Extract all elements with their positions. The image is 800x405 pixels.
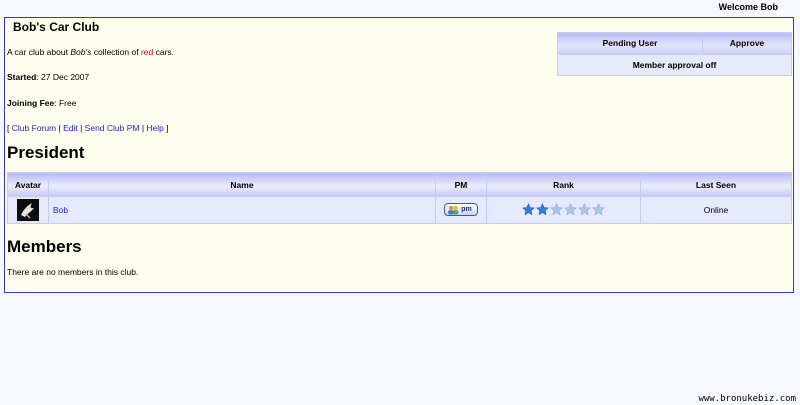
name-cell: Bob [48,196,436,224]
avatar[interactable] [17,199,39,221]
president-name-link[interactable]: Bob [53,205,68,215]
last-seen-column-header: Last Seen [640,172,792,197]
rank-cell [486,196,641,224]
club-title: Bob's Car Club [13,20,100,34]
pm-button[interactable]: pm [444,203,478,217]
table-row: Bob pm Online [7,196,792,224]
star-icon [592,202,605,215]
members-heading: Members [7,237,82,256]
pm-column-header: PM [435,172,487,197]
club-description: A car club about Bob's collection of red… [7,47,175,57]
pending-approvals-table: Pending User Approve Member approval off [556,32,792,76]
pm-icon [448,205,459,215]
avatar-column-header: Avatar [7,172,49,197]
welcome-text: Welcome Bob [718,2,778,12]
star-icon [578,202,591,215]
name-column-header: Name [48,172,436,197]
joining-fee-label: Joining Fee [7,98,55,108]
star-icon [536,202,549,215]
pm-label: pm [461,206,472,214]
last-seen-cell: Online [640,196,792,224]
owner-name: Bob's [70,47,92,57]
avatar-cell [7,196,49,224]
send-club-pm-link[interactable]: Send Club PM [85,123,140,133]
joining-fee-line: Joining Fee: Free [7,98,76,108]
club-links: [ Club Forum | Edit | Send Club PM | Hel… [7,123,169,133]
started-value: : 27 Dec 2007 [36,72,90,82]
star-icon [564,202,577,215]
help-link[interactable]: Help [146,123,163,133]
joining-fee-value: : Free [54,98,77,108]
rank-stars [522,202,605,216]
started-line: Started: 27 Dec 2007 [7,72,89,82]
approve-header: Approve [702,32,792,55]
star-icon [522,202,535,215]
table-header-row: Avatar Name PM Rank Last Seen [7,172,792,197]
president-heading: President [7,143,85,162]
started-label: Started [7,72,37,82]
footer-url: www.bronukebiz.com [698,394,796,404]
dove-avatar-icon [17,199,39,221]
highlight-word: red [140,47,154,57]
pending-user-header: Pending User [556,32,704,55]
president-table: Avatar Name PM Rank Last Seen Bob pm Onl… [7,172,792,224]
no-members-text: There are no members in this club. [7,267,139,277]
rank-column-header: Rank [486,172,641,197]
member-approval-status: Member approval off [557,53,792,76]
club-forum-link[interactable]: Club Forum [12,123,56,133]
club-panel: Bob's Car Club Pending User Approve Memb… [4,17,794,293]
edit-link[interactable]: Edit [63,123,78,133]
pm-cell: pm [435,196,487,224]
star-icon [550,202,563,215]
